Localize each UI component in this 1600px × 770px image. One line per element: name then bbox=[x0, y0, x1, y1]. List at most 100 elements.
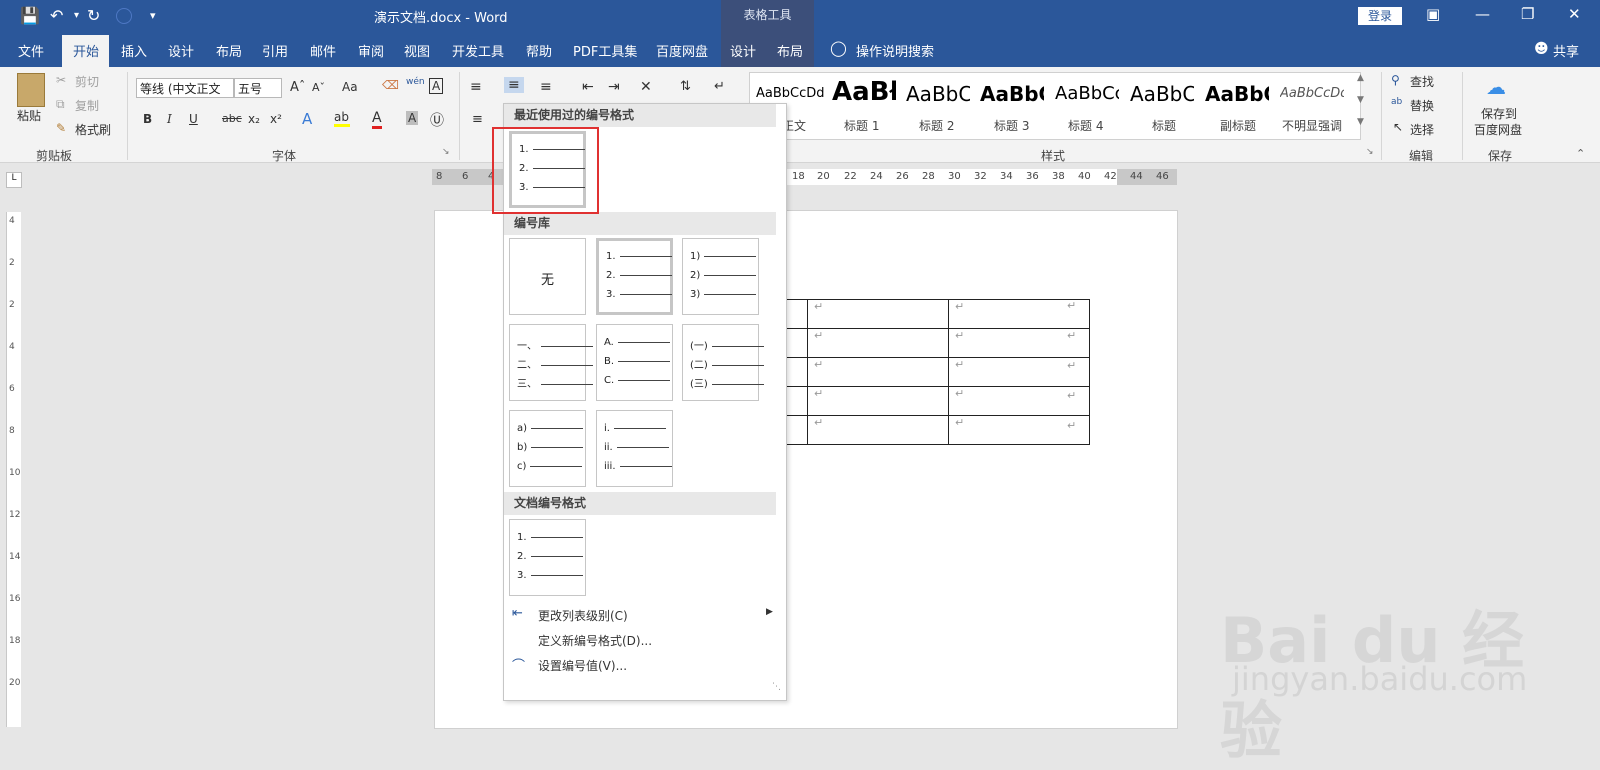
styles-scroll-down-icon[interactable]: ▼ bbox=[1357, 95, 1364, 105]
table-cell[interactable] bbox=[785, 328, 808, 358]
styles-scroll-up-icon[interactable]: ▲ bbox=[1357, 73, 1364, 83]
style-heading4-preview[interactable]: AaBbCc bbox=[1055, 83, 1119, 104]
styles-dialog-launcher-icon[interactable]: ↘ bbox=[1366, 147, 1374, 157]
tab-design[interactable]: 设计 bbox=[168, 41, 194, 60]
table-cell[interactable]: ↵ bbox=[807, 357, 949, 387]
tab-developer[interactable]: 开发工具 bbox=[452, 41, 504, 60]
phonetic-guide-button[interactable]: wén bbox=[406, 77, 425, 87]
grow-font-icon[interactable]: Aˆ bbox=[290, 80, 305, 95]
resize-grip-icon[interactable]: ⋱ bbox=[772, 682, 781, 692]
customize-icon[interactable]: ▾ bbox=[150, 9, 156, 22]
style-title-preview[interactable]: AaBbC bbox=[1130, 82, 1194, 106]
tab-layout[interactable]: 布局 bbox=[216, 41, 242, 60]
tab-home[interactable]: 开始 bbox=[73, 41, 99, 60]
tab-baidu[interactable]: 百度网盘 bbox=[656, 41, 708, 60]
superscript-icon[interactable]: x² bbox=[270, 112, 282, 126]
font-name-combo[interactable]: 等线 (中文正文 bbox=[136, 78, 234, 98]
style-heading2-preview[interactable]: AaBbC bbox=[906, 82, 970, 106]
bullets-icon[interactable]: ≡ bbox=[470, 79, 482, 95]
increase-indent-icon[interactable]: ⇥ bbox=[608, 79, 620, 95]
tab-references[interactable]: 引用 bbox=[262, 41, 288, 60]
library-tile[interactable]: a) b) c) bbox=[509, 410, 586, 487]
tab-table-layout[interactable]: 布局 bbox=[777, 41, 803, 60]
change-list-level-item[interactable]: 更改列表级别(C) bbox=[538, 607, 628, 624]
style-heading3-preview[interactable]: AaBbC bbox=[980, 82, 1044, 106]
table-cell[interactable] bbox=[785, 299, 808, 329]
multilevel-list-icon[interactable]: ≡ bbox=[540, 79, 552, 95]
paste-icon[interactable] bbox=[17, 73, 45, 107]
table-cell[interactable] bbox=[785, 386, 808, 416]
collapse-ribbon-icon[interactable]: ⌃ bbox=[1576, 147, 1585, 160]
style-heading1-preview[interactable]: AaBł bbox=[832, 77, 896, 107]
show-marks-icon[interactable]: ↵ bbox=[714, 79, 725, 94]
close-icon[interactable]: ✕ bbox=[1568, 5, 1581, 23]
library-tile[interactable]: 1) 2) 3) bbox=[682, 238, 759, 315]
tab-help[interactable]: 帮助 bbox=[526, 41, 552, 60]
ribbon-display-icon[interactable]: ▣ bbox=[1426, 5, 1440, 23]
strikethrough-icon[interactable]: abc bbox=[222, 112, 242, 125]
shrink-font-icon[interactable]: Aˇ bbox=[312, 81, 325, 94]
tab-pdf[interactable]: PDF工具集 bbox=[573, 41, 637, 60]
tell-me-search[interactable]: 操作说明搜索 bbox=[856, 41, 934, 60]
style-normal-preview[interactable]: AaBbCcDd bbox=[756, 86, 824, 101]
undo-icon[interactable]: ↶ bbox=[50, 6, 63, 25]
change-case-button[interactable]: Aa bbox=[342, 80, 358, 94]
table-cell[interactable]: ↵ bbox=[807, 386, 949, 416]
numbering-icon[interactable]: ≡ bbox=[504, 77, 524, 93]
asian-layout-icon[interactable]: ✕ bbox=[640, 79, 652, 95]
font-size-combo[interactable]: 五号 bbox=[234, 78, 282, 98]
tab-selector-icon[interactable]: L bbox=[6, 172, 22, 188]
format-painter-button[interactable]: 格式刷 bbox=[75, 121, 111, 138]
baidu-cloud-icon[interactable]: ☁ bbox=[1486, 75, 1506, 99]
select-button[interactable]: 选择 bbox=[1410, 121, 1434, 138]
sort-icon[interactable]: ⇅ bbox=[680, 79, 691, 94]
document-format-tile[interactable]: 1. 2. 3. bbox=[509, 519, 586, 596]
library-tile[interactable]: (一) (二) (三) bbox=[682, 324, 764, 401]
clear-format-icon[interactable]: ⌫ bbox=[382, 78, 399, 92]
replace-button[interactable]: 替换 bbox=[1410, 97, 1434, 114]
highlight-icon[interactable]: ab bbox=[334, 110, 351, 127]
minimize-icon[interactable]: — bbox=[1475, 5, 1490, 23]
library-tile[interactable]: 1. 2. 3. bbox=[596, 238, 673, 315]
save-icon[interactable]: 💾 bbox=[20, 6, 40, 25]
login-button[interactable]: 登录 bbox=[1358, 7, 1402, 25]
table-cell[interactable]: ↵ bbox=[807, 299, 949, 329]
autosave-icon[interactable] bbox=[116, 8, 132, 24]
underline-icon[interactable]: U bbox=[189, 112, 198, 126]
table-cell[interactable] bbox=[785, 357, 808, 387]
decrease-indent-icon[interactable]: ⇤ bbox=[582, 79, 594, 95]
document-table[interactable]: ↵ ↵ ↵ ↵ ↵ ↵ ↵ ↵ ↵ ↵ bbox=[785, 299, 1090, 445]
tab-review[interactable]: 审阅 bbox=[358, 41, 384, 60]
library-tile[interactable]: i. ii. iii. bbox=[596, 410, 673, 487]
tab-insert[interactable]: 插入 bbox=[121, 41, 147, 60]
paste-button[interactable]: 粘贴 bbox=[17, 107, 41, 124]
save-to-baidu-line2[interactable]: 百度网盘 bbox=[1474, 121, 1522, 138]
bold-icon[interactable]: B bbox=[143, 112, 152, 126]
tab-mailings[interactable]: 邮件 bbox=[310, 41, 336, 60]
align-left-icon[interactable]: ≡ bbox=[472, 112, 483, 127]
define-number-format-item[interactable]: 定义新编号格式(D)... bbox=[538, 632, 652, 649]
library-tile[interactable]: A. B. C. bbox=[596, 324, 673, 401]
enclose-char-icon[interactable]: Ⓤ bbox=[430, 110, 444, 130]
copy-button[interactable]: 复制 bbox=[75, 97, 99, 114]
table-cell[interactable]: ↵ bbox=[807, 415, 949, 445]
styles-more-icon[interactable]: ▼ bbox=[1357, 117, 1364, 127]
find-button[interactable]: 查找 bbox=[1410, 73, 1434, 90]
undo-dropdown-icon[interactable]: ▾ bbox=[74, 10, 79, 21]
font-dialog-launcher-icon[interactable]: ↘ bbox=[442, 147, 450, 157]
cut-button[interactable]: 剪切 bbox=[75, 73, 99, 90]
style-subtle-emphasis-preview[interactable]: AaBbCcDd bbox=[1280, 86, 1344, 101]
table-cell[interactable] bbox=[785, 415, 808, 445]
table-cell[interactable]: ↵ bbox=[807, 328, 949, 358]
library-tile-none[interactable]: 无 bbox=[509, 238, 586, 315]
restore-icon[interactable]: ❐ bbox=[1521, 5, 1534, 23]
char-border-icon[interactable]: A bbox=[429, 78, 444, 94]
text-effects-icon[interactable]: A bbox=[302, 110, 312, 128]
style-subtitle-preview[interactable]: AaBbC bbox=[1205, 82, 1269, 106]
font-color-icon[interactable]: A bbox=[372, 110, 382, 129]
set-numbering-value-item[interactable]: 设置编号值(V)... bbox=[538, 657, 627, 674]
save-to-baidu-line1[interactable]: 保存到 bbox=[1481, 105, 1517, 122]
italic-icon[interactable]: I bbox=[167, 112, 172, 126]
tab-view[interactable]: 视图 bbox=[404, 41, 430, 60]
library-tile[interactable]: 一、 二、 三、 bbox=[509, 324, 593, 401]
